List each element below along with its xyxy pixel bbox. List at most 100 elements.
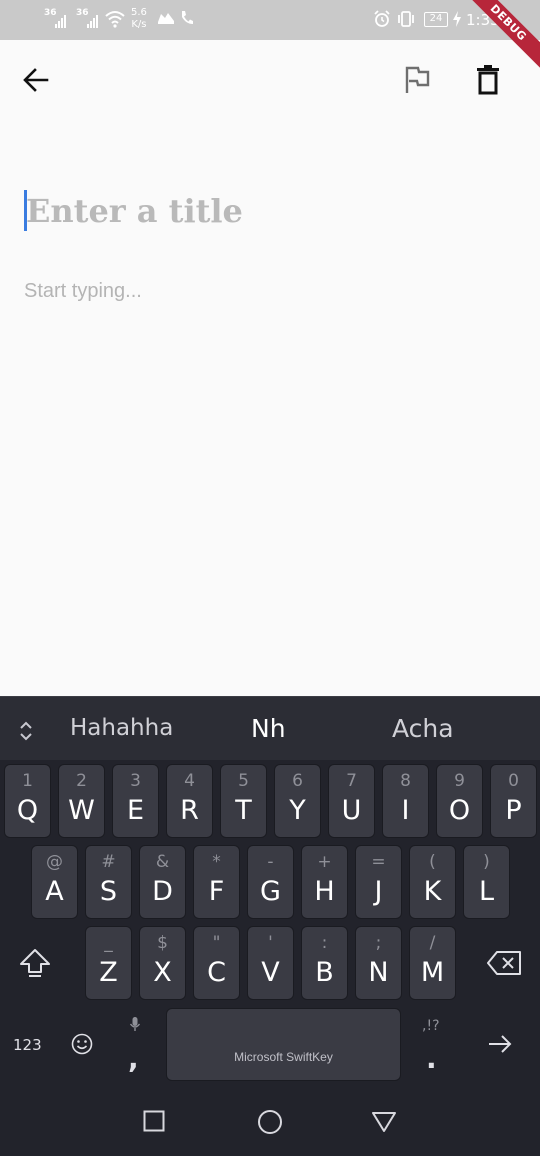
key-hint: 7 — [346, 771, 357, 791]
key-hint: 0 — [508, 771, 519, 791]
key-m[interactable]: / M — [409, 926, 456, 1000]
key-hint: : — [321, 933, 328, 953]
numbers-key[interactable]: 123 — [13, 1036, 42, 1054]
flag-button[interactable] — [393, 56, 441, 104]
expand-toolbar-button[interactable] — [12, 717, 40, 745]
key-t[interactable]: 5T — [220, 764, 267, 838]
key-g[interactable]: -G — [247, 845, 294, 919]
key-hint: + — [317, 852, 332, 872]
key-x[interactable]: $ X — [139, 926, 186, 1000]
key-c[interactable]: " C — [193, 926, 240, 1000]
key-f[interactable]: * F — [193, 845, 240, 919]
arrow-right-icon — [489, 1035, 512, 1053]
suggestion-3[interactable]: Acha — [392, 714, 454, 743]
key-label: A — [45, 876, 64, 907]
key-label: E — [126, 795, 145, 826]
chevron-up-down-icon — [20, 721, 32, 741]
charging-icon — [453, 11, 461, 27]
emoji-icon — [71, 1033, 93, 1055]
key-hint: # — [101, 852, 116, 872]
network-speed: 5.6 K/s — [131, 7, 147, 31]
key-n[interactable]: ; N — [355, 926, 402, 1000]
back-button[interactable] — [12, 56, 60, 104]
key-u[interactable]: 7U — [328, 764, 375, 838]
trash-icon — [477, 65, 499, 95]
key-hint: @ — [46, 852, 63, 872]
key-i[interactable]: 8I — [382, 764, 429, 838]
key-e[interactable]: 3E — [112, 764, 159, 838]
space-bar[interactable]: Microsoft SwiftKey — [166, 1008, 401, 1081]
key-j[interactable]: = J — [355, 845, 402, 919]
key-hint: = — [371, 852, 386, 872]
status-bar: 36 36 5.6 K/s 24 1:35 DEBUG — [0, 0, 540, 72]
key-hint: $ — [157, 933, 168, 953]
key-o[interactable]: 9O — [436, 764, 483, 838]
key-hint: 9 — [454, 771, 465, 791]
key-label: V — [261, 957, 280, 988]
space-bar-label: Microsoft SwiftKey — [234, 1050, 333, 1064]
key-v[interactable]: ' V — [247, 926, 294, 1000]
key-r[interactable]: 4R — [166, 764, 213, 838]
system-nav-bar — [0, 1092, 540, 1156]
key-hint: ; — [375, 933, 382, 953]
key-label: B — [315, 957, 334, 988]
key-a[interactable]: @ A — [31, 845, 78, 919]
recents-button-icon[interactable] — [143, 1110, 165, 1132]
battery-indicator: 24 — [424, 12, 448, 27]
key-label: X — [153, 957, 172, 988]
home-button-icon[interactable] — [257, 1109, 283, 1135]
shift-icon — [20, 949, 50, 977]
network-speed-value: 5.6 — [131, 7, 147, 18]
network-speed-unit: K/s — [131, 19, 147, 30]
enter-key[interactable] — [486, 1030, 514, 1058]
key-label: R — [180, 795, 199, 826]
key-hint: " — [212, 933, 221, 953]
key-hint: 1 — [22, 771, 33, 791]
key-label: P — [505, 795, 522, 826]
key-hint: ( — [429, 852, 436, 872]
key-k[interactable]: (K — [409, 845, 456, 919]
key-label: W — [68, 795, 95, 826]
backspace-key[interactable] — [487, 950, 523, 976]
key-hint: ) — [483, 852, 490, 872]
key-label: J — [374, 876, 383, 907]
delete-button[interactable] — [464, 56, 512, 104]
period-key-hint: ,!? — [422, 1018, 440, 1034]
period-key[interactable]: ,!? . — [414, 1012, 450, 1078]
key-hint: 4 — [184, 771, 195, 791]
key-p[interactable]: 0P — [490, 764, 537, 838]
back-nav-button-icon[interactable] — [371, 1111, 397, 1133]
key-hint: 5 — [238, 771, 249, 791]
alarm-icon — [374, 10, 390, 27]
key-label: U — [341, 795, 362, 826]
emoji-key[interactable] — [70, 1032, 94, 1056]
note-body-input[interactable] — [24, 280, 514, 320]
key-h[interactable]: + H — [301, 845, 348, 919]
key-hint: ' — [268, 933, 273, 953]
key-label: D — [152, 876, 173, 907]
key-label: Y — [289, 795, 306, 826]
key-label: H — [314, 876, 335, 907]
key-label: F — [208, 876, 225, 907]
key-label: K — [423, 876, 442, 907]
title-input[interactable] — [26, 188, 516, 234]
key-w[interactable]: 2W — [58, 764, 105, 838]
flag-icon — [405, 66, 430, 93]
key-q[interactable]: 1Q — [4, 764, 51, 838]
key-label: Z — [99, 957, 118, 988]
comma-key[interactable]: , — [118, 1012, 154, 1078]
suggestion-1[interactable]: Hahahha — [70, 715, 173, 741]
key-z[interactable]: _ Z — [85, 926, 132, 1000]
suggestion-2[interactable]: Nh — [251, 714, 286, 743]
key-y[interactable]: 6Y — [274, 764, 321, 838]
key-s[interactable]: # S — [85, 845, 132, 919]
shift-key[interactable] — [18, 946, 52, 980]
key-label: I — [401, 795, 410, 826]
key-hint: 8 — [400, 771, 411, 791]
key-d[interactable]: & D — [139, 845, 186, 919]
key-b[interactable]: :B — [301, 926, 348, 1000]
key-hint: 3 — [130, 771, 141, 791]
key-l[interactable]: ) L — [463, 845, 510, 919]
key-label: T — [235, 795, 252, 826]
key-hint: 2 — [76, 771, 87, 791]
